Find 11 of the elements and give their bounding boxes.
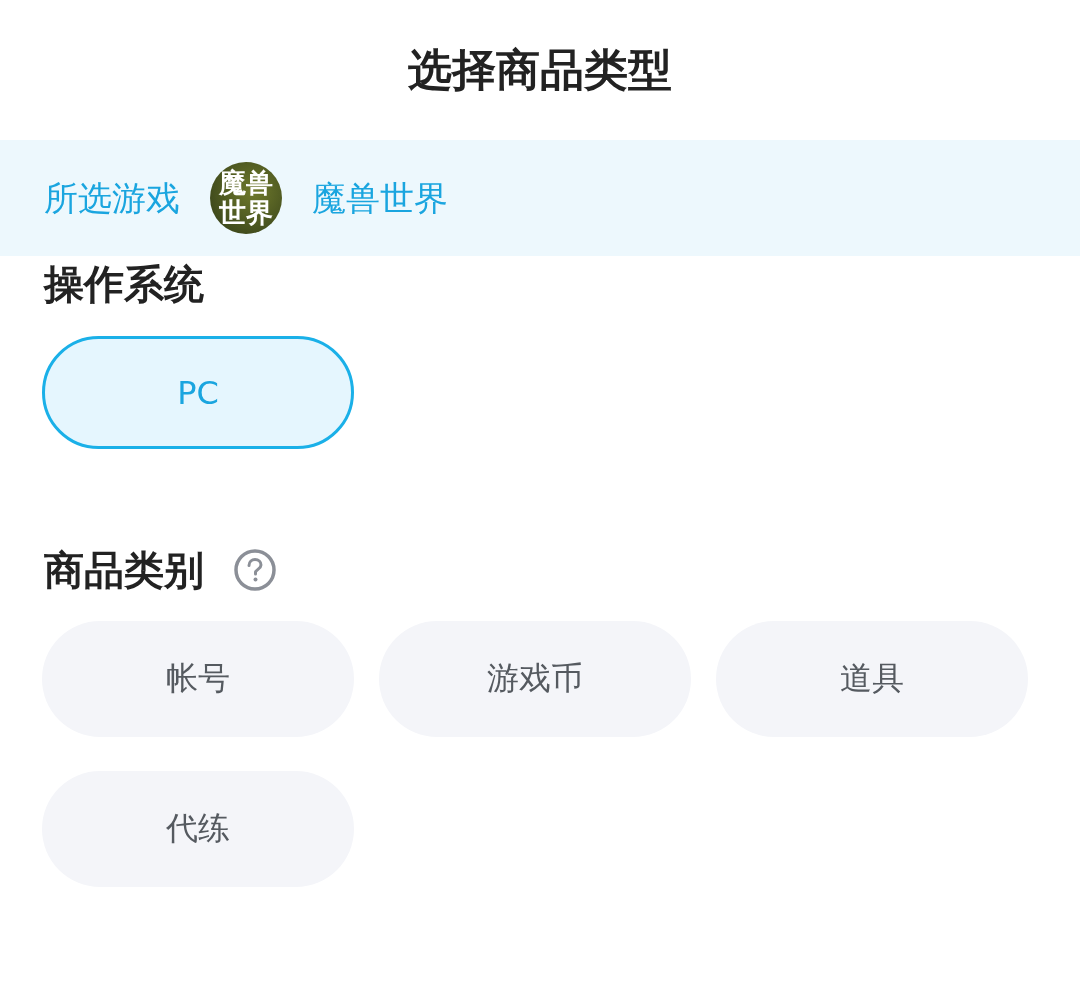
section-title: 商品类别 <box>44 546 204 595</box>
option-chip[interactable]: 代练 <box>42 771 354 887</box>
option-chip[interactable]: 游戏币 <box>379 621 691 737</box>
game-logo: 魔兽世界 <box>210 162 282 234</box>
option-chip[interactable]: 帐号 <box>42 621 354 737</box>
help-icon[interactable] <box>234 549 276 591</box>
section-title: 操作系统 <box>44 260 204 309</box>
page-title: 选择商品类型 <box>408 43 672 97</box>
option-chip[interactable]: 道具 <box>716 621 1028 737</box>
selected-game-label: 所选游戏 <box>44 177 180 220</box>
game-name: 魔兽世界 <box>312 177 448 220</box>
